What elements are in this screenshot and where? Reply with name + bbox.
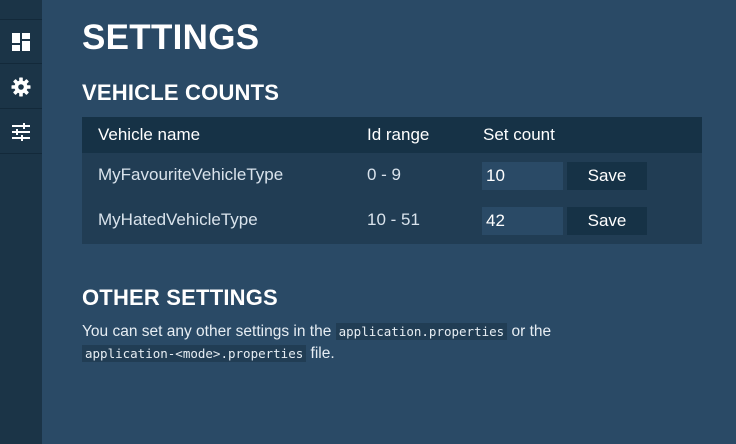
table-row: MyFavouriteVehicleType 0 - 9 Save <box>82 153 702 198</box>
other-settings-description: You can set any other settings in the ap… <box>82 321 642 365</box>
sidebar-item-tuning[interactable] <box>0 110 42 154</box>
other-settings-title: OTHER SETTINGS <box>82 285 278 310</box>
description-text: or the <box>507 323 552 340</box>
sidebar <box>0 0 42 444</box>
id-range-cell: 0 - 9 <box>367 165 402 184</box>
table-row: MyHatedVehicleType 10 - 51 Save <box>82 198 702 243</box>
sidebar-item-dashboard[interactable] <box>0 20 42 64</box>
column-header-set-count: Set count <box>483 125 555 144</box>
column-header-id-range: Id range <box>367 125 430 144</box>
page-title: SETTINGS <box>82 18 260 57</box>
set-count-input[interactable] <box>482 162 563 190</box>
sidebar-item-settings[interactable] <box>0 65 42 109</box>
code-snippet: application-<mode>.properties <box>82 345 307 362</box>
column-header-vehicle-name: Vehicle name <box>98 125 201 144</box>
save-button[interactable]: Save <box>567 207 647 235</box>
vehicle-name-cell: MyHatedVehicleType <box>98 210 258 229</box>
description-text: file. <box>306 345 335 362</box>
gear-icon <box>11 77 31 97</box>
description-text: You can set any other settings in the <box>82 323 336 340</box>
vehicle-name-cell: MyFavouriteVehicleType <box>98 165 284 184</box>
sliders-icon <box>11 122 31 142</box>
table-header: Vehicle name Id range Set count <box>82 117 702 153</box>
dashboard-icon <box>11 32 31 52</box>
id-range-cell: 10 - 51 <box>367 210 420 229</box>
code-snippet: application.properties <box>335 323 508 340</box>
vehicle-counts-table: Vehicle name Id range Set count MyFavour… <box>82 117 702 244</box>
vehicle-counts-title: VEHICLE COUNTS <box>82 80 280 105</box>
save-button[interactable]: Save <box>567 162 647 190</box>
set-count-input[interactable] <box>482 207 563 235</box>
